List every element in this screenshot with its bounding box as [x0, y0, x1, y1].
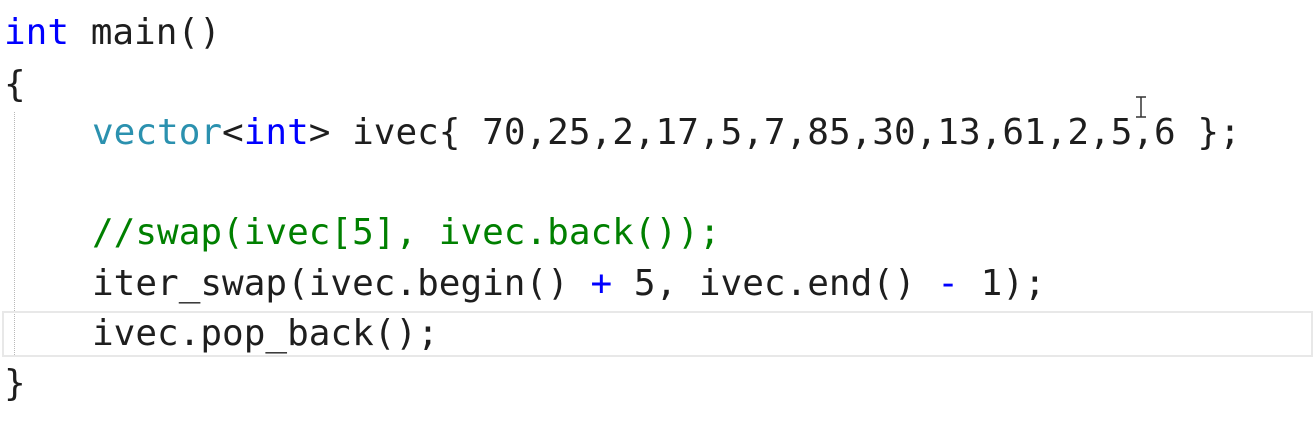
code-line-7[interactable]: } — [4, 359, 26, 409]
function-signature: main() — [69, 12, 221, 53]
keyword-token: int — [4, 12, 70, 53]
code-line-6[interactable]: ivec.pop_back(); — [92, 309, 439, 359]
keyword-token: int — [243, 112, 309, 153]
type-token: vector — [92, 112, 223, 153]
code-editor[interactable]: int main() { vector<int> ivec{ 70,25,2,1… — [0, 0, 1313, 427]
statement-text: 5, ivec.end() — [612, 263, 938, 304]
statement-text: 1); — [958, 263, 1046, 304]
comment-token: //swap(ivec[5], ivec.back()); — [92, 212, 721, 253]
minus-operator: - — [937, 263, 959, 304]
open-brace: { — [4, 64, 26, 105]
close-brace: } — [4, 363, 26, 404]
code-line-4[interactable]: //swap(ivec[5], ivec.back()); — [92, 208, 721, 258]
code-line-1[interactable]: int main() — [4, 8, 221, 58]
code-line-5[interactable]: iter_swap(ivec.begin() + 5, ivec.end() -… — [92, 259, 1046, 309]
declaration-text: > ivec{ 70,25,2,17,5,7,85,30,13,61,2,5,6… — [308, 112, 1241, 153]
template-open: < — [222, 112, 244, 153]
code-line-2[interactable]: { — [4, 60, 26, 110]
statement-text: iter_swap(ivec.begin() — [92, 263, 591, 304]
code-line-3[interactable]: vector<int> ivec{ 70,25,2,17,5,7,85,30,1… — [92, 108, 1241, 158]
text-cursor-icon — [1136, 96, 1146, 118]
statement-text: ivec.pop_back(); — [92, 313, 439, 354]
plus-operator: + — [590, 263, 613, 304]
